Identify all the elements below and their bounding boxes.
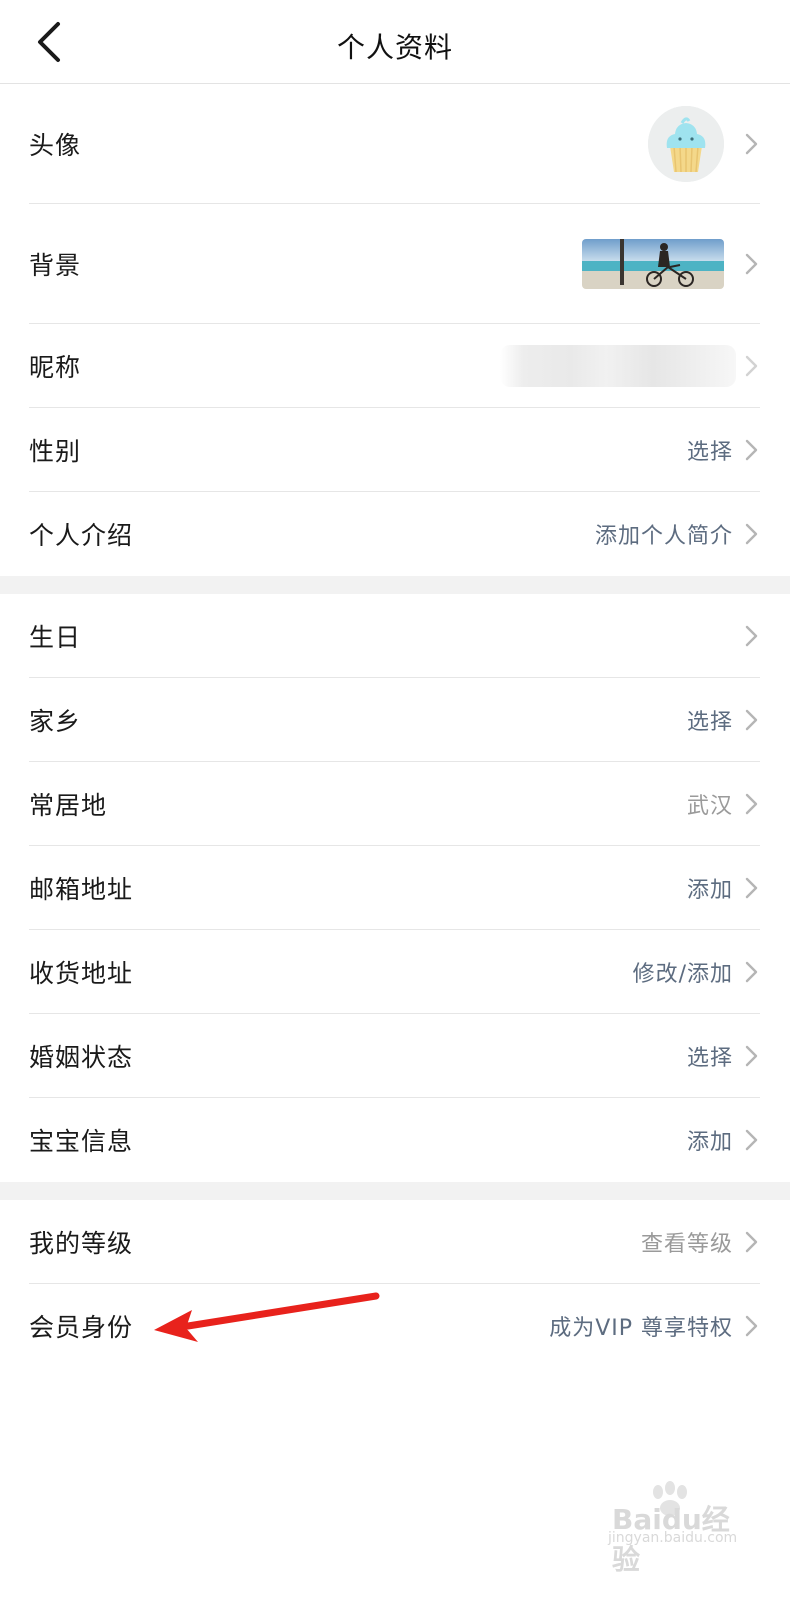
row-label: 会员身份 xyxy=(29,1313,134,1342)
avatar[interactable] xyxy=(648,106,724,182)
row-value: 选择 xyxy=(686,710,733,735)
row-baby-info[interactable]: 宝宝信息 添加 xyxy=(0,1098,790,1182)
chevron-right-icon xyxy=(745,133,758,155)
red-arrow-annotation xyxy=(154,1292,380,1342)
row-shipping-address[interactable]: 收货地址 修改/添加 xyxy=(0,930,790,1014)
row-gender[interactable]: 性别 选择 xyxy=(0,408,790,492)
chevron-right-icon xyxy=(745,1129,758,1151)
row-label: 性别 xyxy=(29,437,82,466)
row-label: 婚姻状态 xyxy=(29,1043,134,1072)
row-value: 选择 xyxy=(686,1046,733,1071)
row-value: 修改/添加 xyxy=(632,962,733,987)
row-intro[interactable]: 个人介绍 添加个人简介 xyxy=(0,492,790,576)
chevron-right-icon xyxy=(745,793,758,815)
chevron-right-icon xyxy=(745,253,758,275)
nickname-blurred xyxy=(500,345,736,387)
section-gap xyxy=(0,576,790,594)
profile-screen: 个人资料 头像 背景 昵称 性别 选择 个人介绍 添加个人简介 生日 家乡 选择… xyxy=(0,0,790,1600)
row-email[interactable]: 邮箱地址 添加 xyxy=(0,846,790,930)
row-label: 生日 xyxy=(29,623,82,652)
row-label: 头像 xyxy=(29,131,82,160)
row-membership[interactable]: 会员身份 成为VIP 尊享特权 xyxy=(0,1284,790,1368)
watermark-url: jingyan.baidu.com xyxy=(608,1530,738,1546)
chevron-right-icon xyxy=(745,1045,758,1067)
section-gap xyxy=(0,1182,790,1200)
chevron-right-icon xyxy=(745,439,758,461)
row-label: 收货地址 xyxy=(29,959,134,988)
nav-header: 个人资料 xyxy=(0,0,790,84)
row-label: 我的等级 xyxy=(29,1229,134,1258)
chevron-right-icon xyxy=(745,523,758,545)
beach-photo-icon xyxy=(582,239,724,289)
chevron-right-icon xyxy=(745,709,758,731)
chevron-right-icon xyxy=(745,625,758,647)
row-marital-status[interactable]: 婚姻状态 选择 xyxy=(0,1014,790,1098)
row-label: 宝宝信息 xyxy=(29,1127,134,1156)
chevron-right-icon xyxy=(745,961,758,983)
row-label: 背景 xyxy=(29,251,82,280)
row-label: 邮箱地址 xyxy=(29,875,134,904)
row-value: 成为VIP 尊享特权 xyxy=(549,1316,733,1341)
chevron-right-icon xyxy=(745,1231,758,1253)
row-nickname[interactable]: 昵称 xyxy=(0,324,790,408)
row-residence[interactable]: 常居地 武汉 xyxy=(0,762,790,846)
chevron-right-icon xyxy=(745,355,758,377)
row-avatar[interactable]: 头像 xyxy=(0,84,790,204)
row-label: 个人介绍 xyxy=(29,521,134,550)
row-value: 查看等级 xyxy=(640,1232,733,1257)
row-value: 添加个人简介 xyxy=(594,524,733,549)
row-value: 添加 xyxy=(686,878,733,903)
row-label: 常居地 xyxy=(29,791,108,820)
row-label: 昵称 xyxy=(29,353,82,382)
chevron-right-icon xyxy=(745,877,758,899)
row-hometown[interactable]: 家乡 选择 xyxy=(0,678,790,762)
row-label: 家乡 xyxy=(29,707,82,736)
baidu-watermark: Baidu经验 jingyan.baidu.com xyxy=(600,1478,750,1576)
row-value: 选择 xyxy=(686,440,733,465)
background-thumbnail[interactable] xyxy=(582,239,724,289)
chevron-right-icon xyxy=(745,1315,758,1337)
page-title: 个人资料 xyxy=(336,31,453,64)
row-value: 武汉 xyxy=(686,794,733,819)
row-value: 添加 xyxy=(686,1130,733,1155)
row-my-level[interactable]: 我的等级 查看等级 xyxy=(0,1200,790,1284)
row-background[interactable]: 背景 xyxy=(0,204,790,324)
cupcake-icon xyxy=(648,106,724,182)
row-birthday[interactable]: 生日 xyxy=(0,594,790,678)
